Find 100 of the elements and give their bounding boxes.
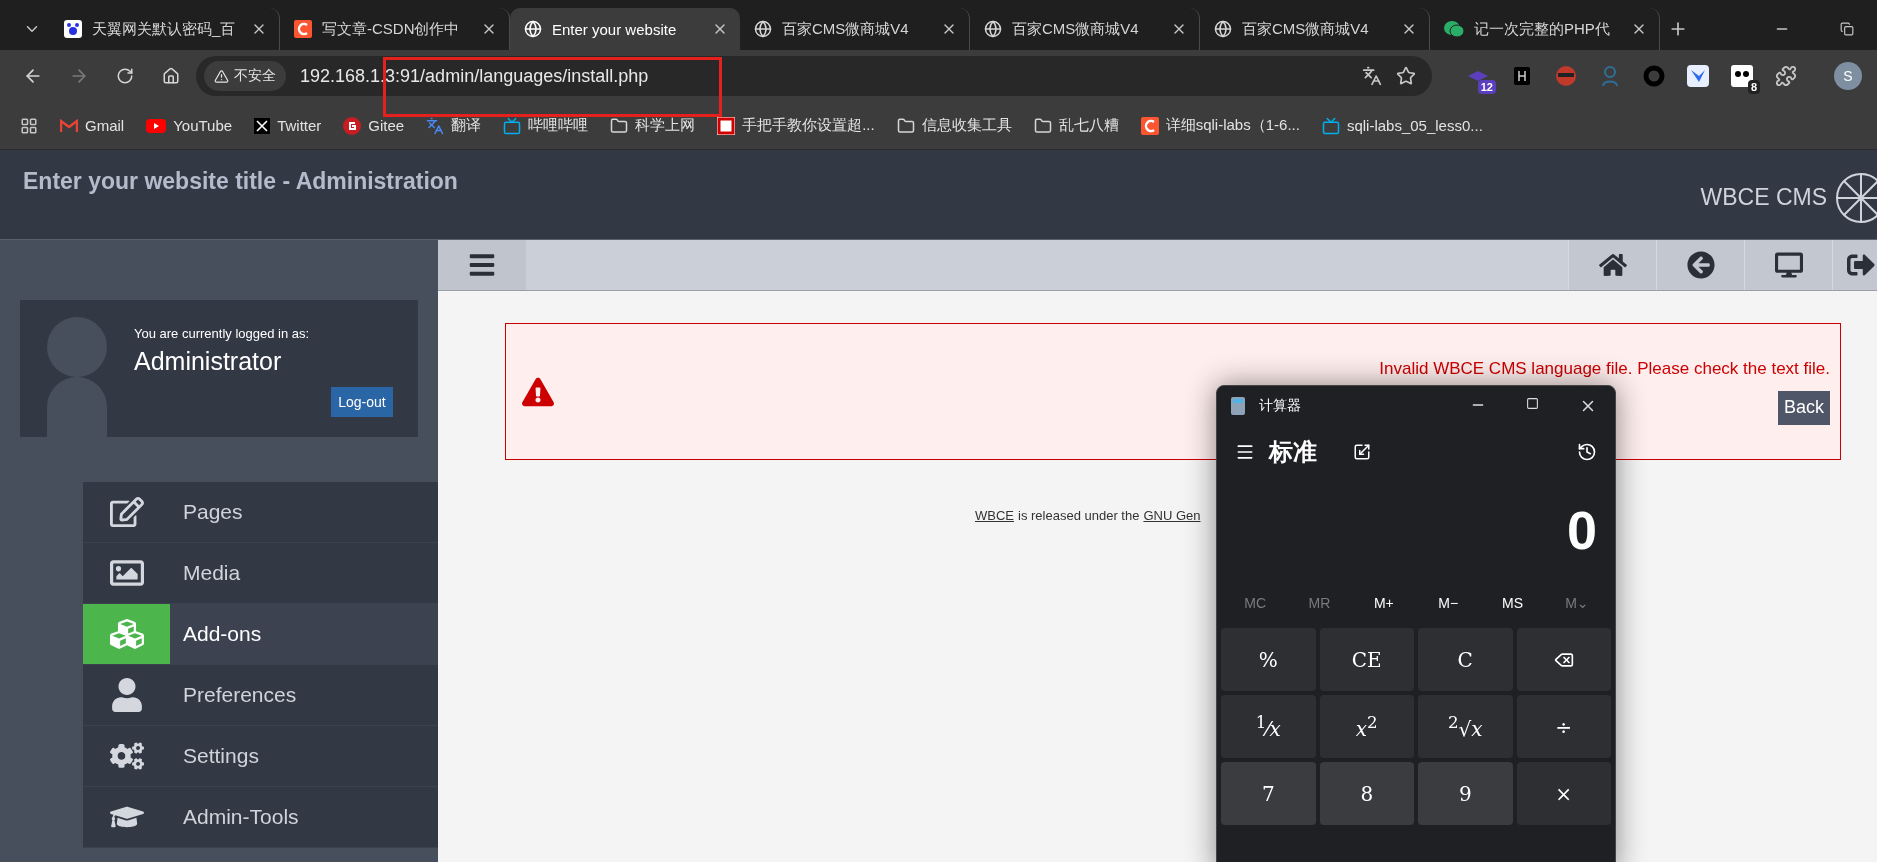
bookmark-link[interactable]: 翻译 <box>451 116 482 135</box>
nav-item[interactable]: Media <box>83 543 438 604</box>
digit-key[interactable]: 7 <box>1221 762 1316 825</box>
browser-tab[interactable]: Enter your website <box>510 8 740 50</box>
translate-icon[interactable] <box>1362 66 1382 86</box>
warning-icon <box>522 375 554 408</box>
x-logo-icon <box>254 117 271 134</box>
square-logo-icon <box>717 116 736 135</box>
puzzle-icon[interactable] <box>1775 65 1797 87</box>
circle-logo-icon <box>343 116 362 135</box>
operator-key[interactable]: $^{2}$√x <box>1418 695 1513 758</box>
nav-label: Pages <box>183 500 243 524</box>
operator-key[interactable]: x$^{2}$ <box>1319 695 1414 758</box>
chat-bubble-icon <box>1444 20 1464 38</box>
tv-icon <box>503 116 522 135</box>
digit-key[interactable]: 8 <box>1319 762 1414 825</box>
login-caption: You are currently logged in as: <box>134 326 310 341</box>
digit-key[interactable]: 9 <box>1418 762 1513 825</box>
menu-icon[interactable] <box>1235 442 1255 462</box>
memory-button[interactable]: MS <box>1502 595 1523 611</box>
back-button[interactable] <box>1656 240 1744 290</box>
operator-key[interactable]: CE <box>1319 628 1414 691</box>
bookmark-link[interactable]: sqli-labs_05_less0... <box>1346 117 1483 134</box>
operator-key[interactable]: % <box>1221 628 1316 691</box>
security-label: 不安全 <box>234 67 276 85</box>
bookmark-link[interactable]: YouTube <box>173 117 233 134</box>
history-icon[interactable] <box>1577 442 1597 462</box>
site-title: Enter your website title - Administration <box>23 168 458 196</box>
bookmark-link[interactable]: 手把手教你设置超... <box>742 116 875 135</box>
bookmark-link[interactable]: Gitee <box>368 117 405 134</box>
menu-button[interactable] <box>438 240 526 290</box>
user-name: Administrator <box>134 347 283 376</box>
globe-icon <box>984 20 1002 38</box>
mail-icon <box>60 118 78 133</box>
back-button[interactable]: Back <box>1777 390 1830 425</box>
error-message: Invalid WBCE CMS language file. Please check the text file. <box>1379 358 1830 379</box>
operator-key[interactable]: $^{1}$⁄x <box>1221 695 1316 758</box>
bookmark-link[interactable]: Twitter <box>277 117 322 134</box>
paw-icon <box>64 20 82 38</box>
home-icon <box>1598 251 1627 279</box>
nav-item[interactable]: Admin-Tools <box>83 787 438 848</box>
logout-button[interactable]: Log-out <box>331 387 393 417</box>
tab-title: 百家CMS微商城V4 <box>1012 19 1140 39</box>
keep-on-top-icon[interactable] <box>1353 443 1371 461</box>
bookmark-link[interactable]: 科学上网 <box>635 116 696 135</box>
monitor-button[interactable] <box>1744 240 1832 290</box>
user-icon <box>109 678 144 712</box>
apps-grid-icon[interactable] <box>20 116 38 135</box>
nav-item[interactable]: Settings <box>83 726 438 787</box>
c-logo-icon <box>1140 116 1159 135</box>
nav-item[interactable]: Pages <box>83 482 438 543</box>
footer-link[interactable]: WBCE <box>975 508 1014 523</box>
tab-title: 写文章-CSDN创作中 <box>322 19 461 39</box>
operator-key[interactable]: × <box>1516 762 1611 825</box>
window-title: 计算器 <box>1259 397 1301 415</box>
tab-title: 百家CMS微商城V4 <box>782 19 910 39</box>
bird-icon[interactable] <box>1687 65 1709 87</box>
calculator-icon <box>1231 397 1245 415</box>
home-icon[interactable] <box>162 67 180 85</box>
panda-icon[interactable] <box>1731 65 1753 87</box>
reload-icon[interactable] <box>116 67 134 85</box>
dark-square-icon[interactable] <box>1514 67 1530 85</box>
sign-out-button[interactable] <box>1832 240 1877 290</box>
operator-key[interactable]: C <box>1418 628 1513 691</box>
memory-button[interactable]: M+ <box>1373 595 1394 611</box>
globe-icon <box>1214 20 1232 38</box>
security-chip[interactable]: 不安全 <box>204 61 286 91</box>
nav-label: Preferences <box>183 683 297 707</box>
play-icon <box>146 118 167 133</box>
tab-title: 天翼网关默认密码_百 <box>92 19 237 39</box>
license-link[interactable]: GNU Gen <box>1143 508 1201 523</box>
bookmark-link[interactable]: 哔哩哔哩 <box>528 116 589 135</box>
mode-title: 标准 <box>1269 437 1317 467</box>
bookmark-link[interactable]: 乱七八糟 <box>1058 116 1119 135</box>
bookmark-link[interactable]: 详细sqli-labs（1-6... <box>1165 116 1300 135</box>
mask-icon[interactable] <box>1555 65 1577 87</box>
operator-key[interactable]: ÷ <box>1516 695 1611 758</box>
backspace-button[interactable] <box>1516 628 1611 691</box>
nav-item[interactable]: Add-ons <box>83 604 438 665</box>
count-badge: 8 <box>1747 80 1760 94</box>
tab-title: 百家CMS微商城V4 <box>1242 19 1370 39</box>
home-button[interactable] <box>1568 240 1656 290</box>
bookmark-link[interactable]: Gmail <box>85 117 125 134</box>
memory-button[interactable]: M− <box>1438 595 1459 611</box>
nav-label: Admin-Tools <box>183 805 299 829</box>
star-icon[interactable] <box>1396 66 1416 86</box>
tv-icon <box>1321 116 1340 135</box>
folder-icon <box>1033 116 1052 135</box>
nav-item[interactable]: Preferences <box>83 665 438 726</box>
nav-label: Settings <box>183 744 259 768</box>
cubes-icon <box>109 617 144 651</box>
translate-icon <box>426 116 445 135</box>
c-logo-icon <box>294 20 312 38</box>
display-value: 0 <box>1565 499 1598 562</box>
tab-title: Enter your website <box>552 20 678 38</box>
bookmark-link[interactable]: 信息收集工具 <box>921 116 1012 135</box>
wheel-logo-icon <box>1835 171 1877 224</box>
restore-icon[interactable] <box>1840 22 1854 36</box>
count-badge: 12 <box>1477 80 1496 94</box>
maximize-icon[interactable] <box>1526 397 1539 410</box>
